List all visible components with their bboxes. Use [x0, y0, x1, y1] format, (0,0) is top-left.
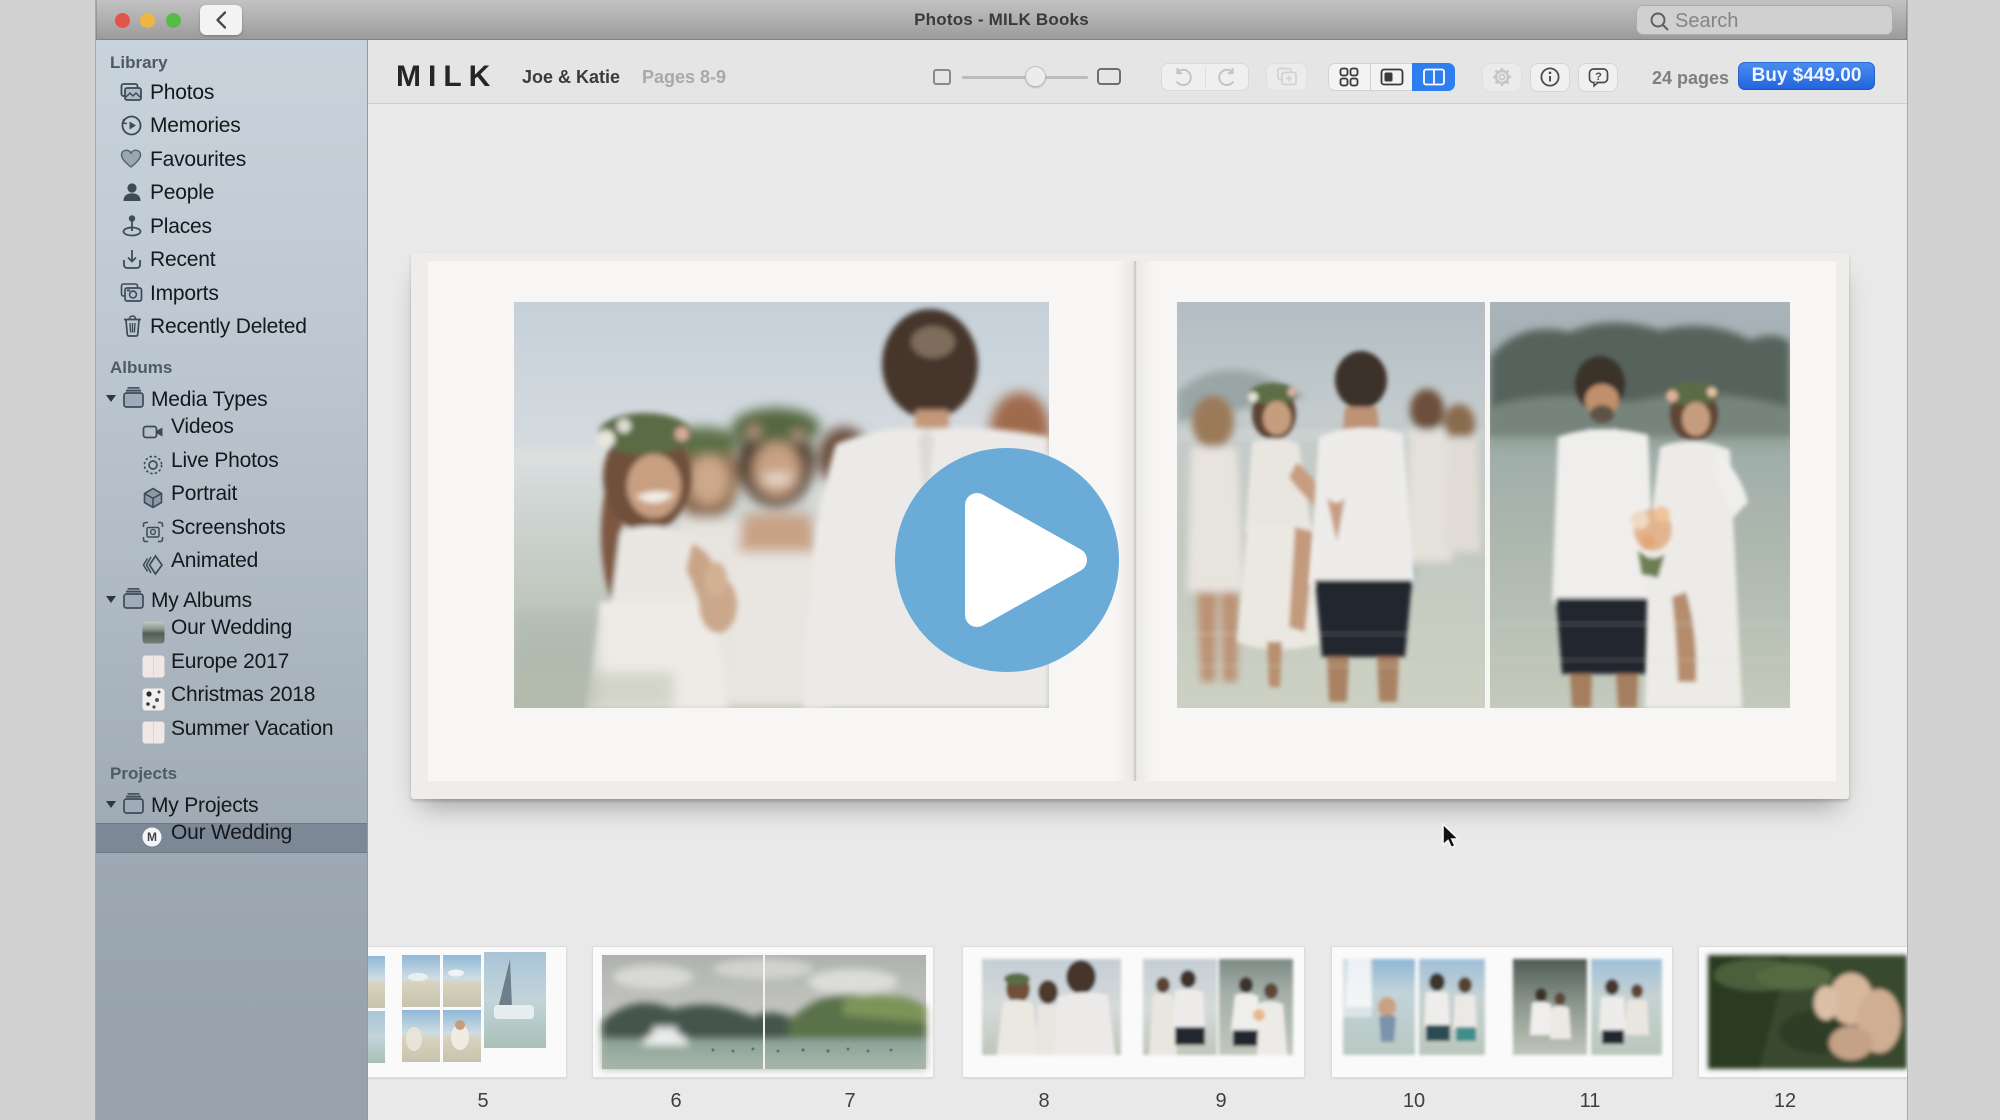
svg-text:?: ?	[1595, 71, 1602, 83]
